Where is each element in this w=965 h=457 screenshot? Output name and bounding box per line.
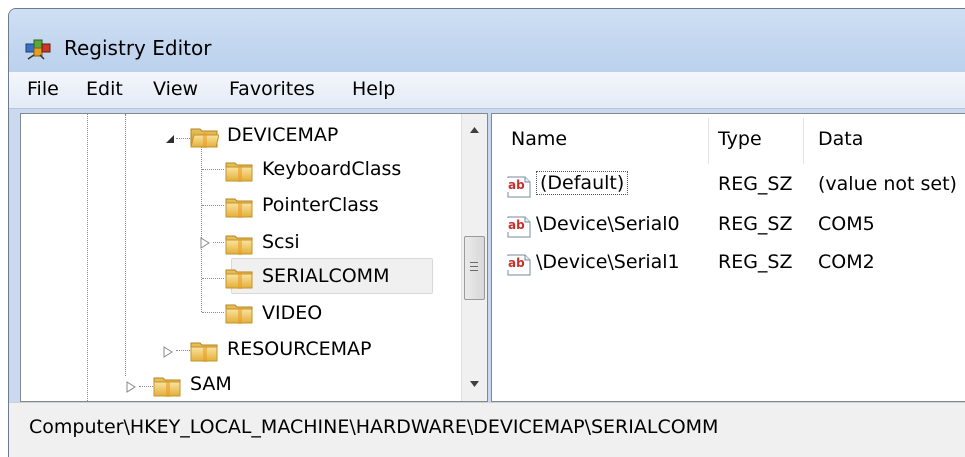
tree-node-resourcemap[interactable]: RESOURCEMAP bbox=[21, 336, 461, 368]
status-path: Computer\HKEY_LOCAL_MACHINE\HARDWARE\DEV… bbox=[29, 416, 719, 438]
tree-node-sam[interactable]: SAM bbox=[21, 371, 461, 402]
column-separator[interactable] bbox=[708, 118, 709, 164]
value-data: COM5 bbox=[818, 213, 875, 235]
collapsed-triangle-icon[interactable] bbox=[162, 346, 174, 358]
value-row-serial1[interactable]: \Device\Serial1 REG_SZ COM2 bbox=[492, 247, 965, 283]
menu-view[interactable]: View bbox=[153, 78, 198, 100]
values-list-pane[interactable]: Name Type Data (Default) REG_SZ (value n… bbox=[491, 113, 965, 402]
folder-icon bbox=[224, 301, 254, 325]
folder-open-icon bbox=[189, 125, 219, 149]
key-tree-pane[interactable]: DEVICEMAP KeyboardClass PointerClass Scs… bbox=[20, 113, 488, 402]
menu-favorites[interactable]: Favorites bbox=[229, 78, 315, 100]
menu-bar: File Edit View Favorites Help bbox=[9, 72, 965, 109]
menu-file[interactable]: File bbox=[27, 78, 59, 100]
value-row-default[interactable]: (Default) REG_SZ (value not set) bbox=[492, 169, 965, 205]
value-data: COM2 bbox=[818, 251, 875, 273]
tree-node-label: SAM bbox=[190, 373, 232, 395]
value-name: \Device\Serial0 bbox=[536, 213, 680, 235]
window-title: Registry Editor bbox=[64, 36, 212, 60]
collapsed-triangle-icon[interactable] bbox=[125, 381, 137, 393]
tree-node-serialcomm[interactable]: SERIALCOMM bbox=[21, 263, 461, 295]
menu-edit[interactable]: Edit bbox=[86, 78, 123, 100]
registry-editor-window: Registry Editor File Edit View Favorites… bbox=[8, 8, 965, 457]
collapsed-triangle-icon[interactable] bbox=[199, 237, 211, 249]
tree-vertical-scrollbar[interactable] bbox=[461, 114, 487, 401]
value-data: (value not set) bbox=[818, 173, 957, 195]
menu-help[interactable]: Help bbox=[352, 78, 395, 100]
tree-node-label: Scsi bbox=[262, 231, 300, 253]
string-value-icon bbox=[506, 213, 532, 239]
tree-node-label: PointerClass bbox=[262, 194, 379, 216]
column-header-name[interactable]: Name bbox=[511, 128, 567, 150]
column-separator[interactable] bbox=[803, 118, 804, 164]
status-bar: Computer\HKEY_LOCAL_MACHINE\HARDWARE\DEV… bbox=[9, 402, 965, 457]
scroll-down-arrow-icon[interactable] bbox=[469, 380, 480, 388]
scrollbar-thumb[interactable] bbox=[464, 236, 485, 300]
folder-icon bbox=[224, 159, 254, 183]
value-type: REG_SZ bbox=[718, 251, 793, 273]
folder-icon bbox=[224, 266, 254, 290]
tree-node-label: RESOURCEMAP bbox=[227, 338, 372, 360]
tree-node-label: VIDEO bbox=[262, 302, 323, 324]
tree-node-label: SERIALCOMM bbox=[262, 265, 390, 287]
string-value-icon bbox=[506, 173, 532, 199]
folder-icon bbox=[152, 374, 182, 398]
tree-node-devicemap[interactable]: DEVICEMAP bbox=[21, 122, 461, 154]
tree-node-keyboardclass[interactable]: KeyboardClass bbox=[21, 156, 461, 188]
column-header-type[interactable]: Type bbox=[718, 128, 762, 150]
tree-node-label: DEVICEMAP bbox=[227, 124, 339, 146]
value-name: (Default) bbox=[536, 171, 629, 195]
folder-icon bbox=[224, 195, 254, 219]
expanded-triangle-icon[interactable] bbox=[164, 133, 176, 145]
value-name: \Device\Serial1 bbox=[536, 251, 680, 273]
title-bar[interactable]: Registry Editor bbox=[9, 9, 965, 72]
tree-node-video[interactable]: VIDEO bbox=[21, 300, 461, 332]
string-value-icon bbox=[506, 251, 532, 277]
scroll-up-arrow-icon[interactable] bbox=[469, 126, 480, 134]
folder-icon bbox=[189, 339, 219, 363]
value-type: REG_SZ bbox=[718, 173, 793, 195]
value-row-serial0[interactable]: \Device\Serial0 REG_SZ COM5 bbox=[492, 209, 965, 245]
tree-node-label: KeyboardClass bbox=[262, 158, 402, 180]
tree-node-pointerclass[interactable]: PointerClass bbox=[21, 192, 461, 224]
folder-icon bbox=[224, 232, 254, 256]
registry-editor-icon bbox=[25, 39, 51, 60]
value-type: REG_SZ bbox=[718, 213, 793, 235]
tree-node-scsi[interactable]: Scsi bbox=[21, 229, 461, 261]
column-header-data[interactable]: Data bbox=[818, 128, 863, 150]
